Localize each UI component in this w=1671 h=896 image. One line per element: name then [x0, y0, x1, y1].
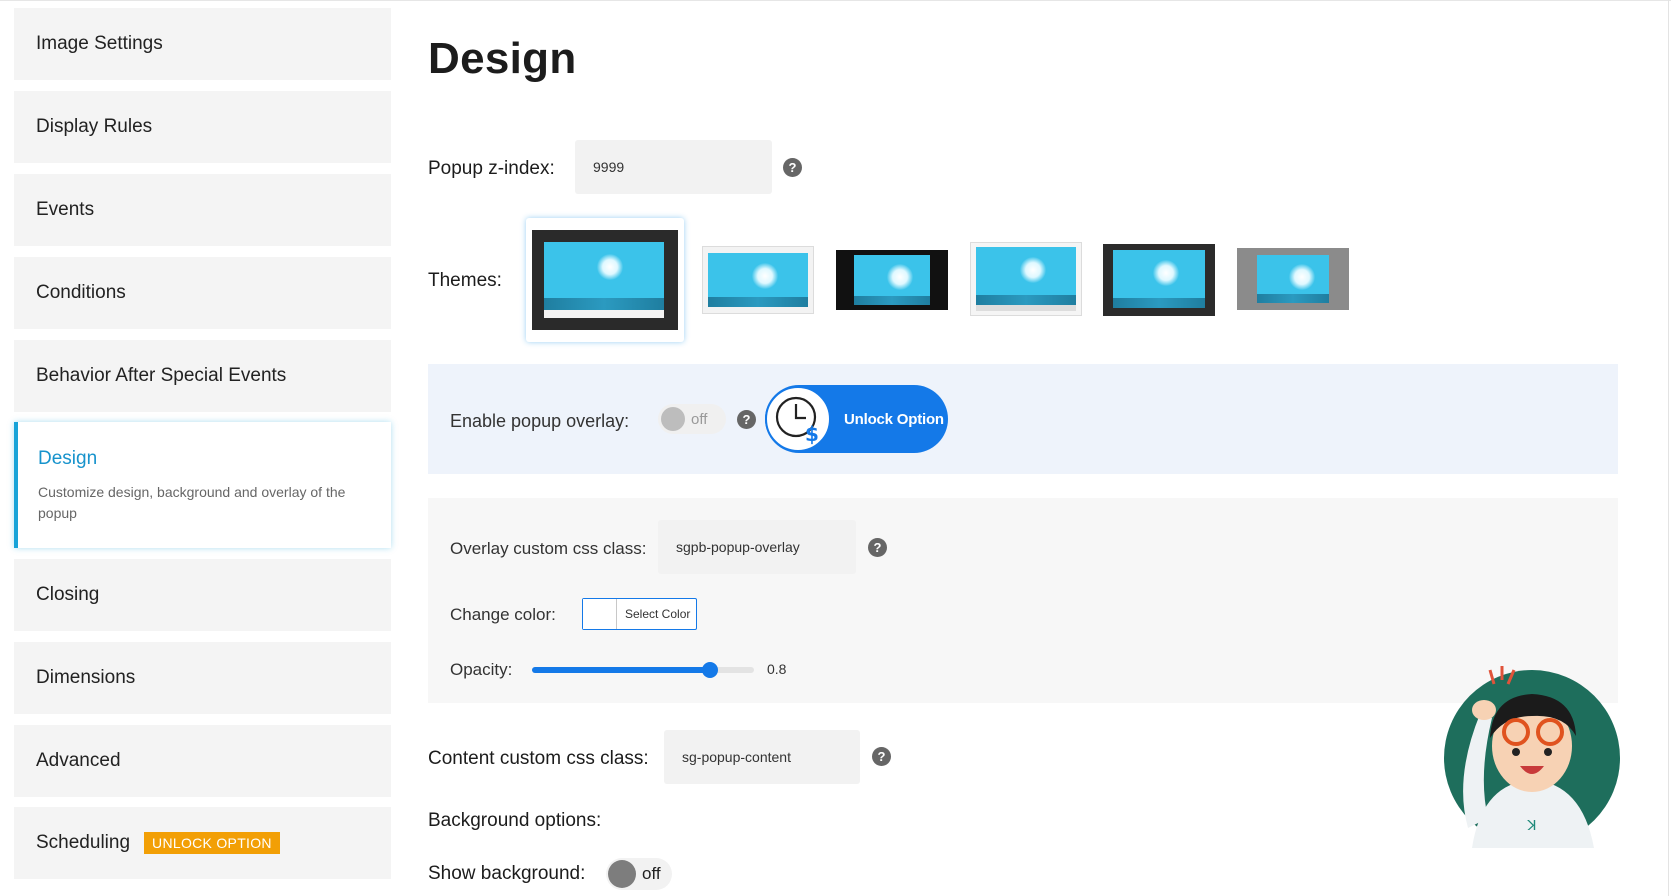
- toggle-state-text: off: [642, 864, 661, 883]
- opacity-label: Opacity:: [450, 660, 513, 679]
- theme-option-6[interactable]: [1237, 248, 1349, 310]
- sidebar-item-label: Advanced: [36, 750, 121, 771]
- theme-preview-image: [976, 247, 1076, 305]
- theme-preview-image: [708, 253, 808, 307]
- opacity-slider-thumb[interactable]: [702, 662, 718, 678]
- sidebar-item-events[interactable]: Events: [14, 174, 391, 246]
- content-css-class-input[interactable]: sg-popup-content: [664, 730, 860, 784]
- background-options-heading: Background options:: [428, 810, 602, 831]
- sidebar-item-display-rules[interactable]: Display Rules: [14, 91, 391, 163]
- theme-preview-image: [1113, 250, 1205, 308]
- sidebar-item-closing[interactable]: Closing: [14, 559, 391, 631]
- sidebar-item-advanced[interactable]: Advanced: [14, 725, 391, 797]
- select-color-button[interactable]: Select Color: [582, 598, 697, 630]
- svg-text:$: $: [805, 422, 819, 445]
- help-icon[interactable]: ?: [868, 538, 887, 557]
- sidebar-item-scheduling[interactable]: Scheduling UNLOCK OPTION: [14, 807, 391, 879]
- unlock-option-button[interactable]: $ Unlock Option: [765, 385, 948, 453]
- mascot-illustration: ꓘ: [1444, 666, 1620, 848]
- help-icon[interactable]: ?: [872, 747, 891, 766]
- help-icon[interactable]: ?: [737, 410, 756, 429]
- theme-preview-image: [544, 242, 664, 310]
- select-color-label: Select Color: [625, 607, 691, 621]
- opacity-slider-track[interactable]: [532, 667, 754, 673]
- show-background-label: Show background:: [428, 863, 586, 884]
- theme-footer: [976, 305, 1076, 311]
- sidebar-item-dimensions[interactable]: Dimensions: [14, 642, 391, 714]
- theme-option-3[interactable]: [836, 250, 948, 310]
- overlay-css-class-label: Overlay custom css class:: [450, 539, 647, 558]
- sidebar-item-label: Closing: [36, 584, 100, 605]
- sidebar-item-description: Customize design, background and overlay…: [38, 484, 346, 521]
- sidebar-item-label: Dimensions: [36, 667, 136, 688]
- toggle-knob: [608, 860, 636, 888]
- enable-overlay-label: Enable popup overlay:: [450, 411, 630, 431]
- opacity-slider-fill: [532, 667, 710, 673]
- theme-option-4[interactable]: [970, 242, 1082, 316]
- sidebar-item-label: Design: [38, 448, 98, 469]
- toggle-knob: [661, 407, 685, 431]
- top-border: [0, 0, 1671, 1]
- opacity-value: 0.8: [767, 661, 787, 677]
- zindex-input[interactable]: 9999: [575, 140, 772, 194]
- themes-label: Themes:: [428, 270, 502, 291]
- sidebar-item-label: Events: [36, 199, 95, 220]
- sidebar-item-label: Display Rules: [36, 116, 153, 137]
- unlock-option-badge[interactable]: UNLOCK OPTION: [144, 832, 280, 854]
- theme-preview-image: [1257, 255, 1329, 303]
- color-swatch: [583, 599, 617, 629]
- page-title: Design: [428, 34, 577, 83]
- sidebar-item-label: Scheduling: [36, 832, 131, 853]
- clock-dollar-icon: $: [765, 386, 831, 452]
- theme-option-5[interactable]: [1103, 244, 1215, 316]
- overlay-css-class-input[interactable]: sgpb-popup-overlay: [658, 520, 856, 574]
- sidebar-item-image-settings[interactable]: Image Settings: [14, 8, 391, 80]
- theme-footer: [544, 310, 664, 318]
- overlay-toggle[interactable]: off: [658, 404, 726, 434]
- content-css-class-label: Content custom css class:: [428, 748, 649, 769]
- unlock-option-label: Unlock Option: [844, 410, 944, 428]
- sidebar-item-label: Conditions: [36, 282, 126, 303]
- theme-preview-image: [854, 255, 930, 305]
- sidebar-item-label: Image Settings: [36, 33, 163, 54]
- sidebar-item-label: Behavior After Special Events: [36, 365, 287, 386]
- right-border: [1668, 0, 1669, 896]
- sidebar-item-behavior-after-special-events[interactable]: Behavior After Special Events: [14, 340, 391, 412]
- change-color-label: Change color:: [450, 605, 556, 624]
- zindex-label: Popup z-index:: [428, 158, 555, 179]
- help-icon[interactable]: ?: [783, 158, 802, 177]
- theme-option-2[interactable]: [702, 246, 814, 314]
- sidebar-item-design[interactable]: Design Customize design, background and …: [14, 422, 391, 548]
- show-background-toggle[interactable]: off: [606, 858, 672, 890]
- theme-option-1[interactable]: [526, 218, 684, 342]
- svg-text:ꓘ: ꓘ: [1526, 818, 1536, 834]
- toggle-state-text: off: [691, 410, 708, 428]
- sidebar-item-conditions[interactable]: Conditions: [14, 257, 391, 329]
